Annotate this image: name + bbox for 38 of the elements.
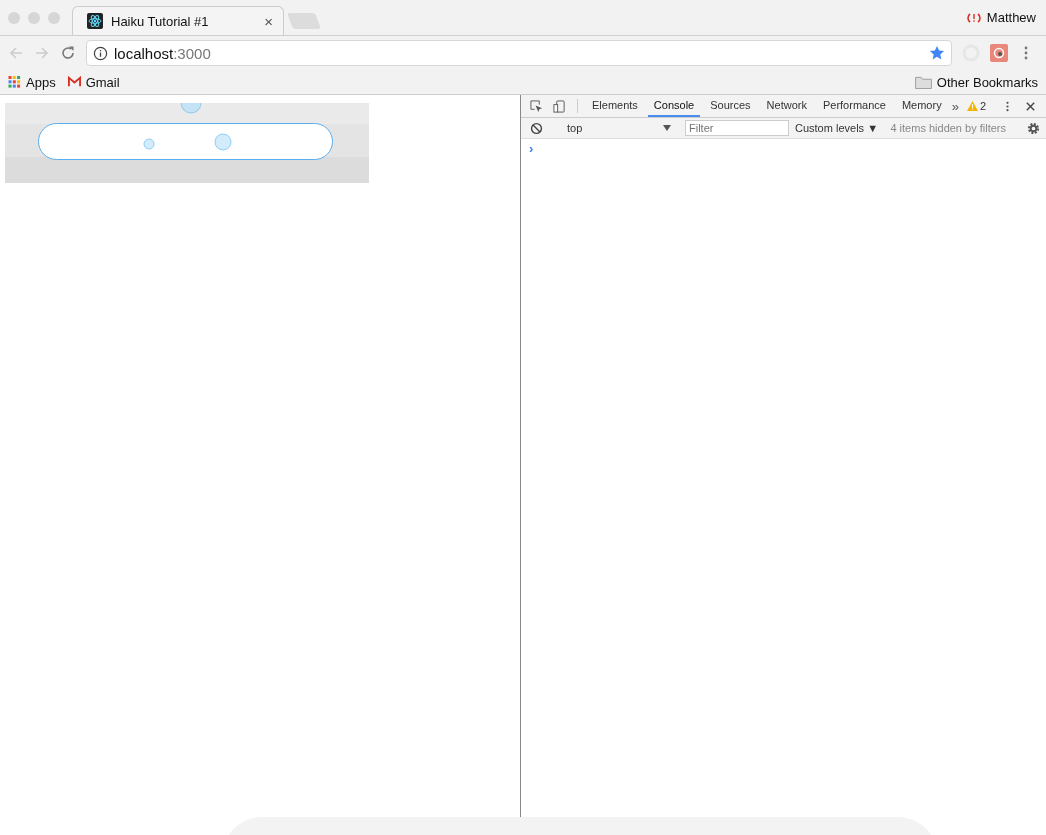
settings-icon[interactable] — [1027, 121, 1040, 135]
grid-icon — [8, 76, 21, 88]
sync-error-icon — [966, 10, 981, 25]
mail-icon — [67, 76, 81, 88]
bookmark-folder[interactable]: Other Bookmarks — [914, 74, 1038, 90]
filter-field[interactable]: Filter — [685, 120, 789, 136]
tab-title: Haiku Tutorial #1 — [111, 13, 210, 29]
menu-icon[interactable] — [1024, 46, 1028, 60]
devtools-tab[interactable]: Performance — [816, 95, 892, 117]
extension-icon[interactable] — [990, 44, 1008, 62]
star-icon[interactable] — [929, 45, 945, 61]
devtools-tab[interactable]: Network — [760, 95, 813, 117]
info-icon — [93, 45, 108, 61]
bookmark[interactable]: Apps — [8, 74, 56, 90]
profile-name[interactable]: Matthew — [986, 10, 1036, 25]
reload-icon[interactable] — [60, 45, 76, 61]
clear-icon[interactable] — [530, 121, 543, 135]
bookmark[interactable]: Gmail — [67, 74, 120, 90]
console-prompt[interactable]: › — [521, 139, 542, 158]
devtools-tab[interactable]: Memory — [895, 95, 948, 117]
warning-icon — [966, 101, 978, 111]
devtools-tab[interactable]: Sources — [704, 95, 757, 117]
devtools-tab[interactable]: Elements — [586, 95, 644, 117]
more-tabs-button[interactable]: » — [951, 98, 959, 114]
context-label: top — [567, 122, 583, 134]
caret-icon — [663, 125, 671, 131]
hidden-items-note: 4 items hidden by filters — [890, 122, 1006, 134]
context-select[interactable]: top — [567, 120, 671, 136]
levels-dropdown[interactable]: Custom levels ▼ — [795, 122, 879, 134]
browser-tab[interactable]: Haiku Tutorial #1 × — [72, 6, 284, 35]
warning-count[interactable]: 2 — [966, 95, 986, 117]
atom-icon — [87, 13, 103, 29]
inspect-icon[interactable] — [530, 99, 543, 113]
close-icon[interactable]: × — [264, 12, 273, 30]
address-bar[interactable]: localhost:3000 — [86, 40, 952, 66]
url-text: localhost:3000 — [114, 44, 211, 62]
device-icon[interactable] — [553, 99, 566, 113]
folder-icon — [914, 75, 932, 89]
